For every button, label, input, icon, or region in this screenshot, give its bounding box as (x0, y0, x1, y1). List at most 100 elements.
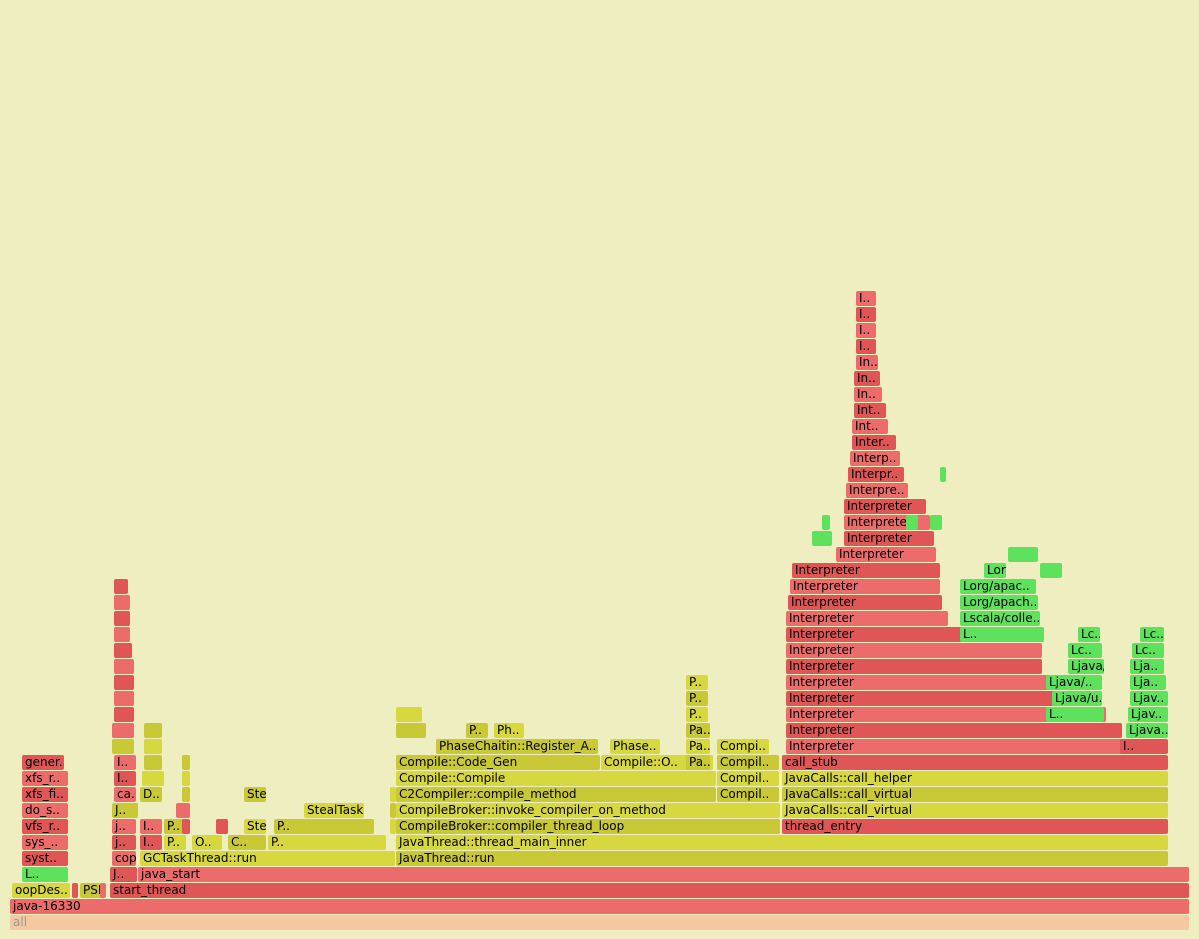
frame-stea[interactable]: Stea.. (244, 787, 266, 802)
frame-frame[interactable] (72, 883, 78, 898)
frame-interpreter[interactable]: Interpreter (786, 675, 1086, 690)
frame-frame[interactable] (216, 819, 228, 834)
frame-interpreter[interactable]: Interpreter (836, 547, 936, 562)
frame-int[interactable]: Int.. (854, 403, 886, 418)
frame-lja[interactable]: Lja.. (1130, 659, 1164, 674)
frame-frame[interactable] (1040, 563, 1062, 578)
frame-frame[interactable] (100, 883, 106, 898)
frame-do-s[interactable]: do_s.. (22, 803, 68, 818)
frame-oopdes[interactable]: oopDes.. (12, 883, 70, 898)
frame-interpreter[interactable]: Interpreter (786, 643, 1042, 658)
frame-lja[interactable]: Lja.. (1130, 675, 1166, 690)
frame-javacalls-call-helper[interactable]: JavaCalls::call_helper (782, 771, 1168, 786)
frame-pspromotio[interactable]: PSPromotio.. (80, 883, 102, 898)
frame-java-start[interactable]: java_start (138, 867, 1189, 882)
frame-lscala-colle[interactable]: Lscala/colle.. (960, 611, 1040, 626)
frame-start-thread[interactable]: start_thread (110, 883, 1189, 898)
frame-pa[interactable]: Pa.. (686, 755, 710, 770)
frame-lc[interactable]: Lc.. (1078, 627, 1100, 642)
frame-compilebroker-compiler-thread-loop[interactable]: CompileBroker::compiler_thread_loop (396, 819, 780, 834)
frame-l[interactable]: L.. (1046, 707, 1104, 722)
frame-frame[interactable] (182, 787, 190, 802)
frame-ljava[interactable]: Ljava.. (1126, 723, 1168, 738)
frame-lc[interactable]: Lc.. (1132, 643, 1164, 658)
frame-frame[interactable] (144, 723, 162, 738)
frame-j[interactable]: j.. (112, 835, 136, 850)
frame-interpreter[interactable]: Interpreter (786, 723, 1122, 738)
frame-gctaskthread-run[interactable]: GCTaskThread::run (140, 851, 395, 866)
frame-interpreter[interactable]: Interpreter (786, 739, 1126, 754)
frame-ljav[interactable]: Ljav.. (1128, 707, 1168, 722)
frame-l[interactable]: L.. (960, 627, 1044, 642)
frame-compilebroker-invoke-compiler-on-method[interactable]: CompileBroker::invoke_compiler_on_method (396, 803, 780, 818)
frame-p[interactable]: P.. (274, 819, 374, 834)
frame-frame[interactable] (940, 467, 946, 482)
frame-frame[interactable] (396, 723, 426, 738)
frame-ph[interactable]: Ph.. (494, 723, 524, 738)
frame-frame[interactable] (114, 643, 132, 658)
frame-interpreter[interactable]: Interpreter (788, 595, 942, 610)
frame-interp[interactable]: Interp.. (850, 451, 900, 466)
frame-j[interactable]: J.. (112, 803, 138, 818)
frame-inter[interactable]: Inter.. (852, 435, 896, 450)
frame-xfs-fi[interactable]: xfs_fi.. (22, 787, 68, 802)
frame-frame[interactable] (114, 675, 134, 690)
frame-i[interactable]: I.. (140, 819, 162, 834)
frame-c[interactable]: C.. (228, 835, 266, 850)
frame-javathread-thread-main-inner[interactable]: JavaThread::thread_main_inner (396, 835, 1168, 850)
frame-interpreter[interactable]: Interpreter (790, 579, 940, 594)
frame-i[interactable]: I.. (114, 755, 136, 770)
frame-in[interactable]: In.. (856, 355, 878, 370)
frame-pa[interactable]: Pa.. (686, 739, 710, 754)
frame-d[interactable]: D.. (140, 787, 162, 802)
frame-ljava[interactable]: Ljava/.. (1068, 659, 1104, 674)
frame-ljava[interactable]: Ljava/.. (1046, 675, 1102, 690)
frame-p[interactable]: P.. (686, 691, 708, 706)
frame-javathread-run[interactable]: JavaThread::run (396, 851, 1168, 866)
frame-frame[interactable] (396, 707, 422, 722)
frame-lorg-apac[interactable]: Lorg/apac.. (960, 579, 1036, 594)
frame-xfs-r[interactable]: xfs_r.. (22, 771, 68, 786)
frame-compil[interactable]: Compil.. (717, 787, 779, 802)
frame-gener[interactable]: gener.. (22, 755, 64, 770)
frame-java-16330[interactable]: java-16330 (10, 899, 1189, 914)
frame-i[interactable]: I.. (856, 291, 876, 306)
frame-phasechaitin-register-a[interactable]: PhaseChaitin::Register_A.. (436, 739, 598, 754)
frame-frame[interactable] (390, 803, 396, 818)
frame-lc[interactable]: Lc.. (1140, 627, 1164, 642)
frame-frame[interactable] (112, 739, 134, 754)
frame-ste[interactable]: Ste.. (244, 819, 266, 834)
frame-compi[interactable]: Compi.. (717, 739, 769, 754)
frame-frame[interactable] (390, 787, 396, 802)
frame-all[interactable]: all (10, 915, 1189, 930)
frame-frame[interactable] (906, 515, 918, 530)
frame-i[interactable]: I.. (140, 835, 162, 850)
frame-frame[interactable] (142, 771, 164, 786)
frame-frame[interactable] (124, 723, 134, 738)
frame-frame[interactable] (390, 819, 396, 834)
frame-frame[interactable] (114, 707, 134, 722)
frame-frame[interactable] (182, 771, 190, 786)
frame-i[interactable]: I.. (856, 339, 876, 354)
frame-frame[interactable] (1008, 547, 1038, 562)
frame-frame[interactable] (812, 531, 832, 546)
frame-interpreter[interactable]: Interpreter (792, 563, 940, 578)
frame-p[interactable]: P.. (164, 835, 186, 850)
frame-o[interactable]: O.. (192, 835, 222, 850)
frame-ljava-u[interactable]: Ljava/u.. (1052, 691, 1102, 706)
frame-i[interactable]: I.. (856, 307, 876, 322)
frame-javacalls-call-virtual[interactable]: JavaCalls::call_virtual (782, 803, 1168, 818)
frame-cop[interactable]: cop.. (112, 851, 136, 866)
frame-c2compiler-compile-method[interactable]: C2Compiler::compile_method (396, 787, 716, 802)
frame-stealtask-do-it[interactable]: StealTask::do_it (304, 803, 364, 818)
frame-compil[interactable]: Compil.. (717, 755, 779, 770)
frame-l[interactable]: L.. (22, 867, 68, 882)
frame-thread-entry[interactable]: thread_entry (782, 819, 1168, 834)
frame-in[interactable]: In.. (854, 387, 882, 402)
frame-frame[interactable] (114, 595, 130, 610)
frame-i[interactable]: I.. (856, 323, 876, 338)
frame-frame[interactable] (144, 739, 162, 754)
frame-frame[interactable] (114, 627, 130, 642)
frame-frame[interactable] (114, 691, 134, 706)
frame-interpreter[interactable]: Interpreter (844, 531, 934, 546)
